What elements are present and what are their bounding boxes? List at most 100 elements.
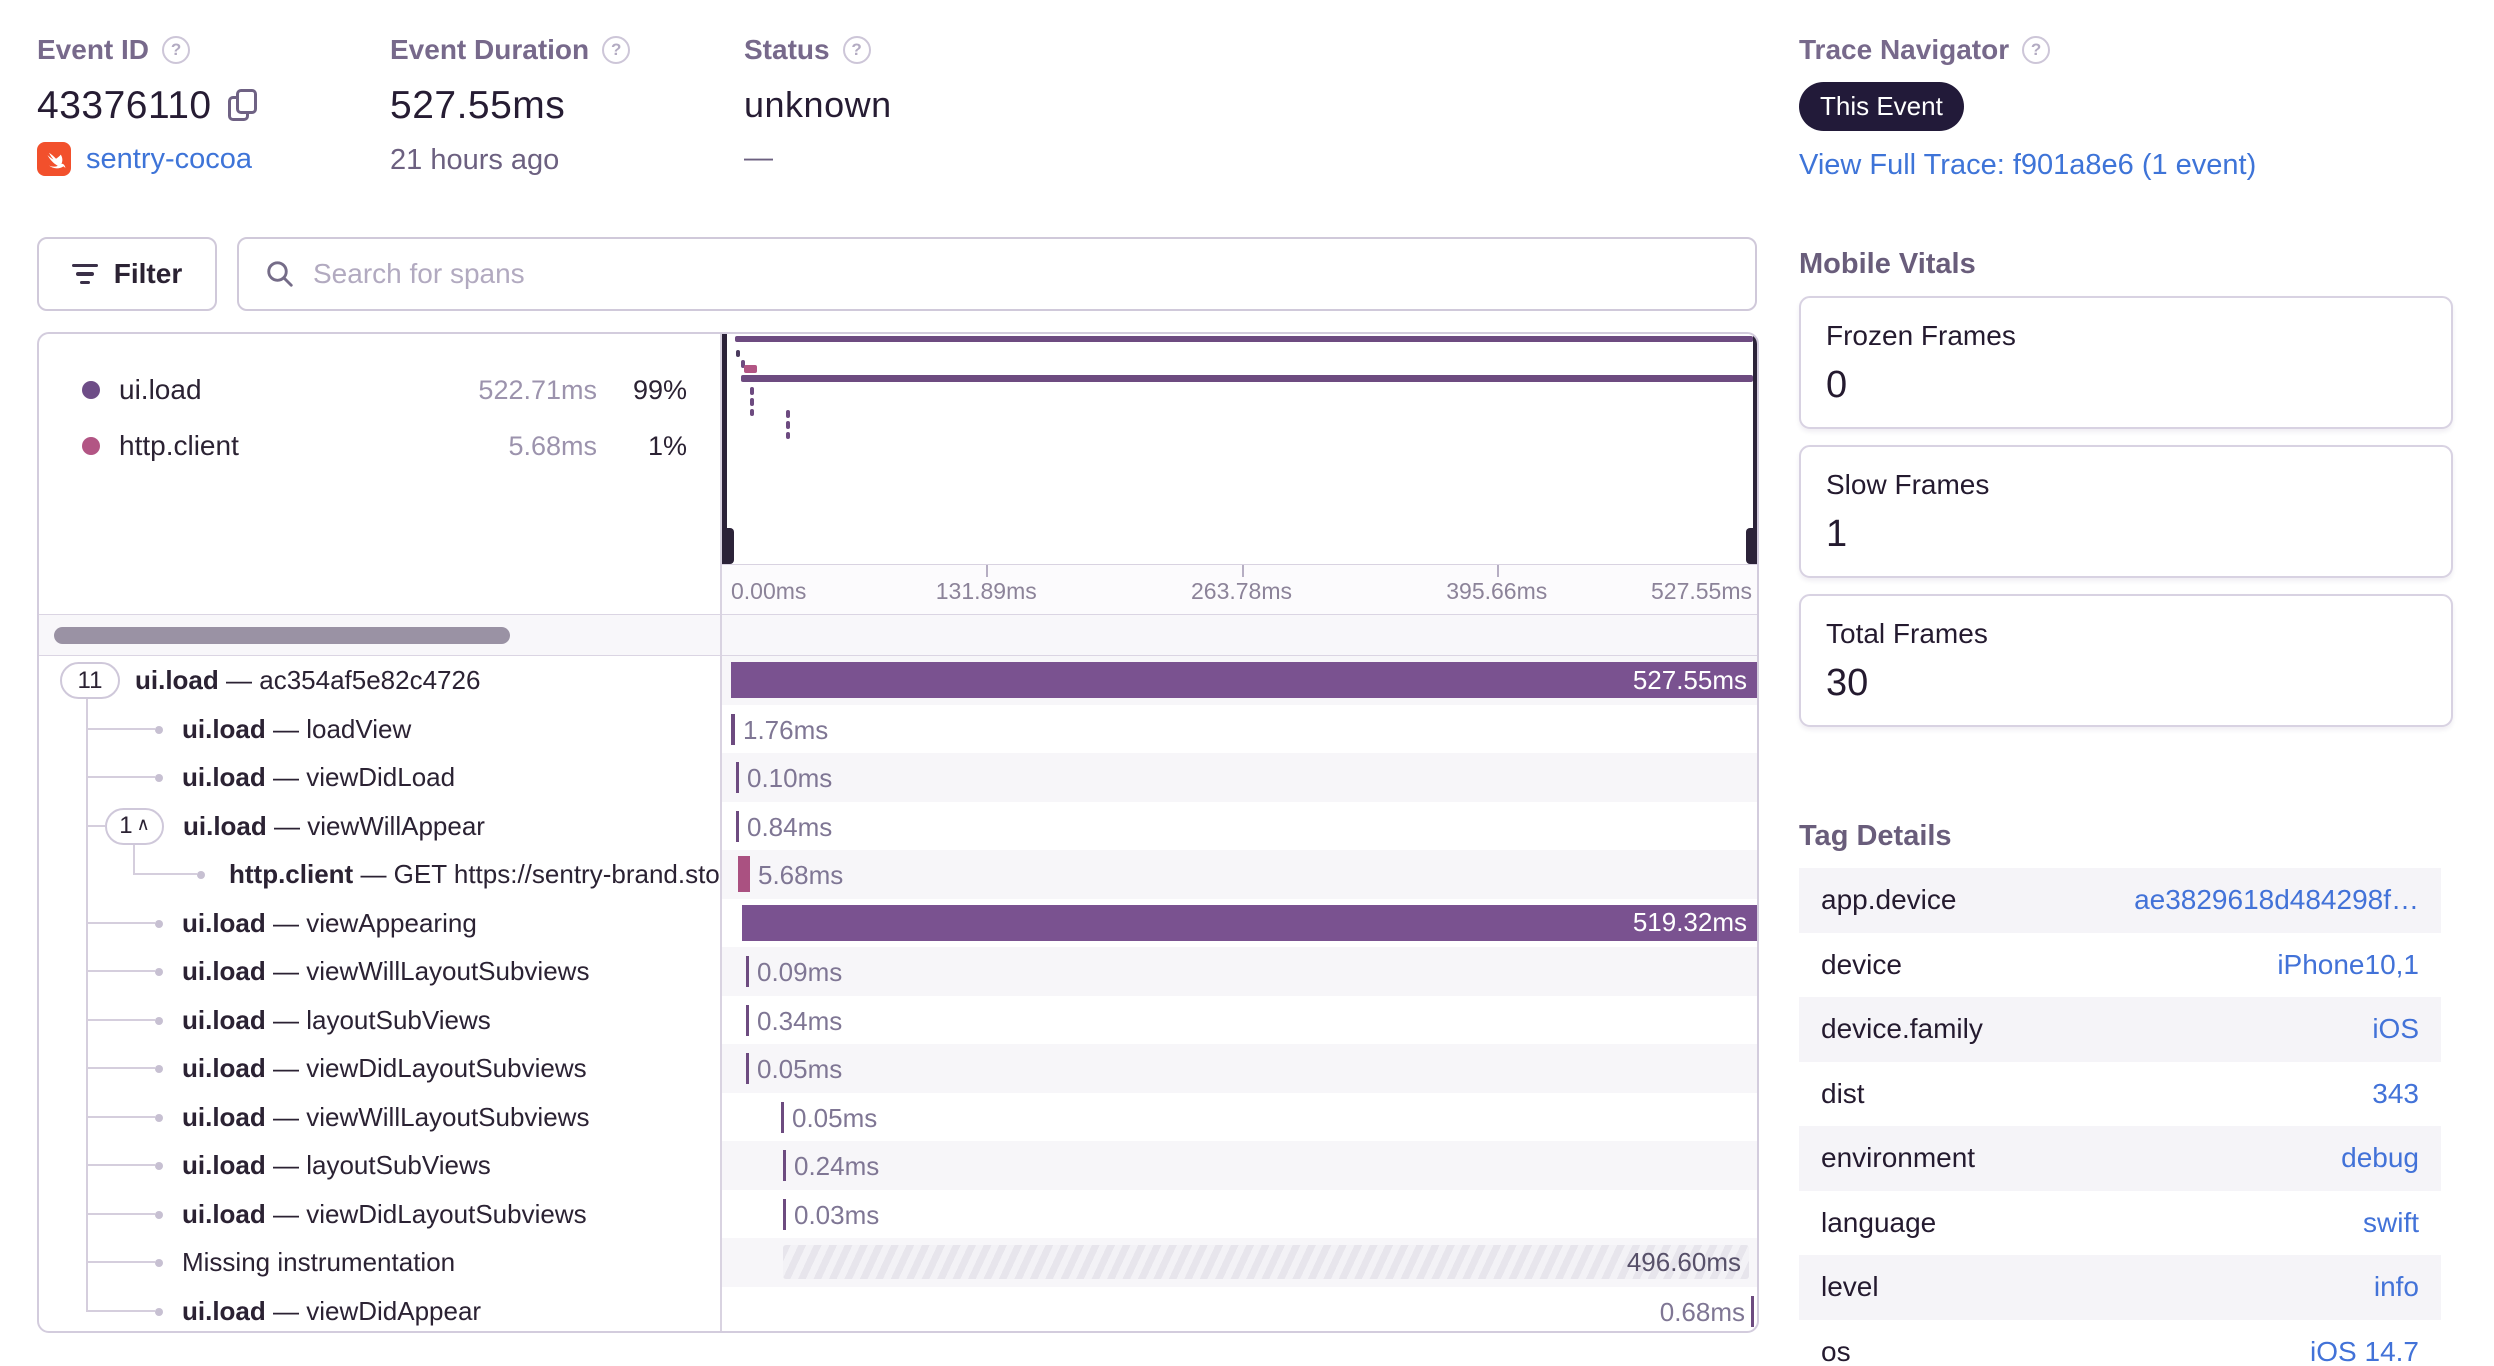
span-duration-tick[interactable] [746, 1004, 749, 1036]
filter-button[interactable]: Filter [37, 237, 217, 311]
span-bar-cell: 5.68ms [720, 850, 1757, 899]
span-description: ui.load — ac354af5e82c4726 [135, 665, 481, 695]
span-duration-tick[interactable] [783, 1198, 786, 1230]
tag-value-link[interactable]: swift [2363, 1207, 2419, 1239]
span-duration-label: 0.84ms [747, 811, 833, 842]
minimap-span-mark [750, 409, 754, 416]
span-description: ui.load — viewWillAppear [183, 810, 485, 841]
axis-tick-label: 263.78ms [1190, 578, 1293, 604]
tag-row-dist: dist 343 [1799, 1062, 2441, 1127]
span-duration-tick[interactable] [736, 810, 739, 842]
tree-connector-line [86, 699, 88, 1312]
vital-label: Slow Frames [1826, 469, 1990, 500]
axis-tick-label: 395.66ms [1446, 578, 1548, 604]
tree-connector-line [86, 727, 155, 730]
span-row-ui.load-viewDidAppear[interactable]: ui.load — viewDidAppear 0.68ms [39, 1287, 1757, 1332]
span-row-ui.load-ac354af5e82c4726[interactable]: 11 ui.load — ac354af5e82c4726 527.55ms [39, 656, 1757, 705]
event-id-label-text: Event ID [37, 34, 150, 65]
search-icon [267, 261, 293, 287]
span-children-pill[interactable]: 1 ∧ [105, 807, 164, 845]
span-duration-label: 0.05ms [757, 1054, 843, 1084]
span-duration-tick[interactable] [1751, 1295, 1754, 1327]
tree-connector-line [86, 921, 155, 924]
span-description: ui.load — viewAppearing [182, 907, 477, 938]
span-duration-bar[interactable]: 519.32ms [742, 904, 1757, 941]
minimap-axis: 0.00ms 131.89ms 263.78ms 395.66ms 527.55ms [721, 564, 1757, 614]
tree-node-dot [197, 871, 205, 879]
tree-connector-line [133, 873, 197, 875]
span-row-ui.load-viewDidLoad[interactable]: ui.load — viewDidLoad 0.10ms [39, 753, 1757, 802]
span-bar-cell: 0.09ms [720, 947, 1757, 996]
tag-value-link[interactable]: iOS 14.7 [2310, 1336, 2419, 1366]
span-row-ui.load-viewWillAppear[interactable]: 1 ∧ ui.load — viewWillAppear 0.84ms [39, 802, 1757, 851]
span-duration-tick[interactable] [746, 956, 749, 987]
tree-connector-line [86, 824, 105, 827]
minimap-span-mark [786, 432, 790, 439]
missing-instrumentation-bar[interactable]: 496.60ms [783, 1245, 1749, 1279]
event-duration-ago: 21 hours ago [390, 144, 560, 176]
minimap-span-mark [750, 387, 754, 395]
trace-minimap[interactable] [721, 334, 1757, 564]
span-row-ui.load-viewWillLayoutSubviews[interactable]: ui.load — viewWillLayoutSubviews 0.05ms [39, 1093, 1757, 1142]
span-description: ui.load — viewDidAppear [182, 1295, 482, 1326]
span-description: ui.load — layoutSubViews [182, 1004, 491, 1035]
span-duration-tick[interactable] [746, 1053, 749, 1084]
tag-value-link[interactable]: debug [2341, 1142, 2419, 1174]
help-icon[interactable]: ? [602, 36, 631, 64]
tree-bars-divider[interactable] [720, 334, 722, 1331]
span-duration-label: 519.32ms [1632, 907, 1747, 937]
tree-node-dot [155, 919, 163, 928]
span-row-http.client-GET https://sentry-brand.stora[interactable]: http.client — GET https://sentry-brand.s… [39, 850, 1757, 899]
span-duration-tick[interactable] [783, 1150, 786, 1181]
help-icon[interactable]: ? [162, 36, 191, 64]
span-rows: 11 ui.load — ac354af5e82c4726 527.55ms ui.l… [39, 656, 1757, 1332]
span-row-ui.load-viewDidLayoutSubviews[interactable]: ui.load — viewDidLayoutSubviews 0.05ms [39, 1044, 1757, 1093]
minimap-span-mark [735, 336, 1753, 342]
tag-key: device [1821, 948, 1902, 980]
span-row-ui.load-viewDidLayoutSubviews[interactable]: ui.load — viewDidLayoutSubviews 0.03ms [39, 1190, 1757, 1239]
tag-value-link[interactable]: iPhone10,1 [2277, 949, 2419, 981]
span-duration-bar[interactable]: 527.55ms [731, 662, 1757, 698]
tag-key: environment [1821, 1142, 1976, 1174]
tree-node-dot [155, 1162, 163, 1170]
span-tree-cell: 11 ui.load — ac354af5e82c4726 [39, 656, 720, 705]
tree-connector-line [86, 1309, 155, 1312]
tag-value-link[interactable]: 343 [2372, 1078, 2419, 1110]
copy-icon[interactable] [227, 89, 258, 123]
span-row-ui.load-layoutSubViews[interactable]: ui.load — layoutSubViews 0.24ms [39, 1141, 1757, 1190]
legend-item-ui.load[interactable]: ui.load 522.71ms 99% [39, 362, 720, 418]
tag-value-link[interactable]: iOS [2372, 1013, 2419, 1045]
tag-value-link[interactable]: info [2374, 1271, 2419, 1303]
minimap-span-mark [736, 350, 740, 357]
span-waterfall-panel: ui.load 522.71ms 99% http.client 5.68ms … [37, 332, 1759, 1333]
span-row-Missing instrumentation[interactable]: Missing instrumentation 496.60ms [39, 1238, 1757, 1287]
minimap-right-grip[interactable] [1746, 528, 1757, 564]
filter-button-label: Filter [113, 258, 183, 289]
help-icon[interactable]: ? [842, 36, 871, 64]
span-description: Missing instrumentation [182, 1247, 456, 1277]
tree-scrollbar-thumb[interactable] [54, 627, 510, 644]
help-icon[interactable]: ? [2022, 36, 2051, 64]
span-duration-label: 0.68ms [1659, 1296, 1745, 1327]
span-row-ui.load-layoutSubViews[interactable]: ui.load — layoutSubViews 0.34ms [39, 996, 1757, 1045]
legend-percent: 1% [647, 430, 687, 461]
span-duration-tick[interactable] [736, 762, 739, 793]
tag-key: language [1821, 1206, 1937, 1238]
legend-item-http.client[interactable]: http.client 5.68ms 1% [39, 418, 720, 474]
search-input[interactable] [313, 258, 1729, 290]
span-row-ui.load-viewAppearing[interactable]: ui.load — viewAppearing 519.32ms [39, 899, 1757, 948]
span-row-ui.load-loadView[interactable]: ui.load — loadView 1.76ms [39, 705, 1757, 754]
axis-tick-label: 527.55ms [1650, 578, 1752, 604]
span-duration-tick[interactable] [781, 1101, 784, 1133]
span-duration-bar[interactable] [738, 856, 750, 892]
tag-value-link[interactable]: ae3829618d484298f… [2134, 884, 2419, 916]
span-children-pill[interactable]: 11 [60, 662, 120, 699]
span-duration-tick[interactable] [731, 713, 735, 745]
view-full-trace-link[interactable]: View Full Trace: f901a8e6 (1 event) [1799, 149, 2256, 182]
span-duration-label: 527.55ms [1632, 664, 1747, 695]
span-row-ui.load-viewWillLayoutSubviews[interactable]: ui.load — viewWillLayoutSubviews 0.09ms [39, 947, 1757, 996]
span-description: http.client — GET https://sentry-brand.s… [229, 859, 720, 889]
project-link[interactable]: sentry-cocoa [86, 143, 252, 176]
tree-scrollbar-track[interactable] [39, 614, 1757, 656]
minimap-left-grip[interactable] [721, 528, 734, 564]
